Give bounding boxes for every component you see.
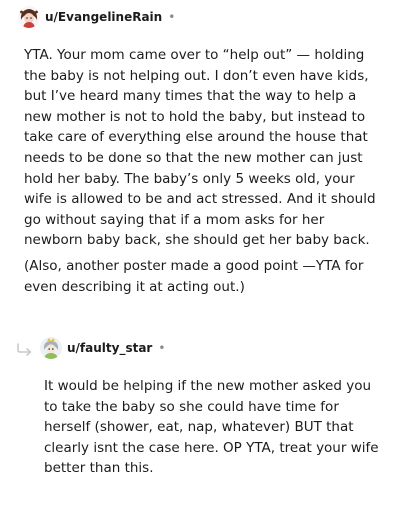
comment-paragraph: It would be helping if the new mother as… (44, 378, 379, 477)
meta-separator: • (158, 341, 166, 355)
user-avatar-icon[interactable] (18, 6, 40, 28)
user-avatar-icon[interactable] (40, 337, 62, 359)
comment-header: u/EvangelineRain • (18, 3, 175, 31)
reply-arrow-icon (16, 341, 34, 356)
comment-paragraph: YTA. Your mom came over to “help out” — … (24, 47, 376, 249)
comment-body: It would be helping if the new mother as… (44, 376, 384, 479)
comment-body: YTA. Your mom came over to “help out” — … (24, 45, 384, 251)
comment-body: (Also, another poster made a good point … (24, 256, 384, 297)
username[interactable]: u/faulty_star (67, 341, 152, 355)
comment-paragraph: (Also, another poster made a good point … (24, 258, 364, 295)
username[interactable]: u/EvangelineRain (45, 10, 162, 24)
meta-separator: • (168, 10, 176, 24)
comment-header: u/faulty_star • (16, 334, 165, 362)
